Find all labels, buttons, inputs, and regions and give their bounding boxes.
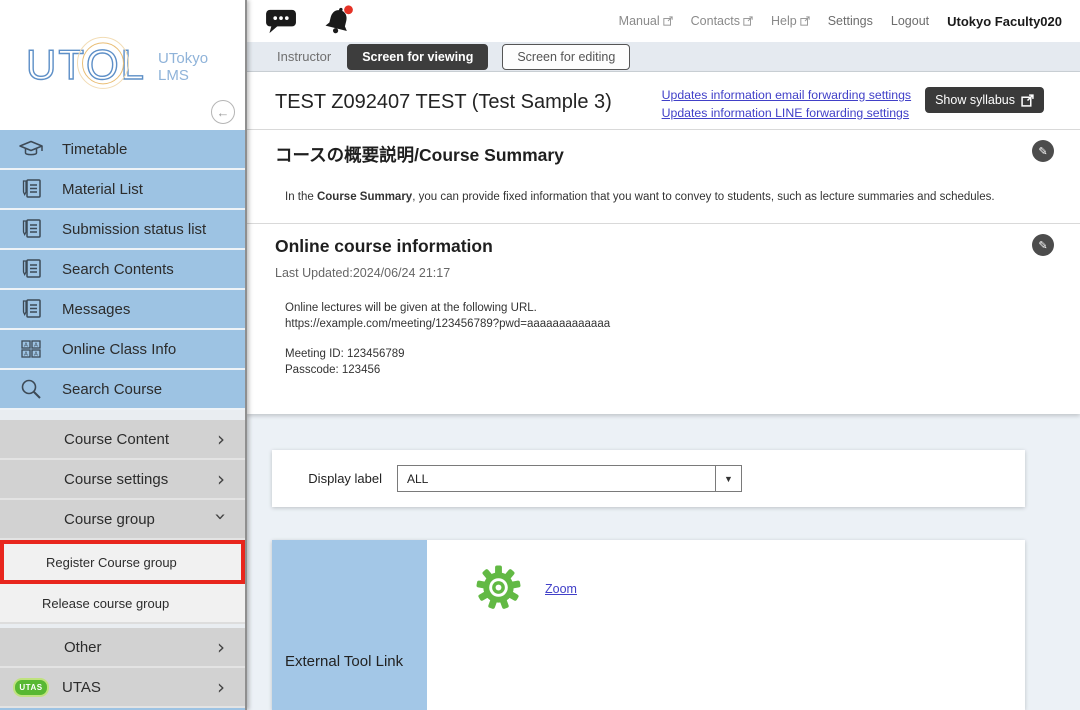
external-tool-panel-label: External Tool Link — [285, 653, 403, 670]
show-syllabus-button[interactable]: Show syllabus — [925, 87, 1044, 113]
chat-messages-button[interactable] — [265, 8, 298, 35]
display-label-label: Display label — [272, 471, 382, 486]
sidebar-item-search-contents[interactable]: Search Contents — [0, 250, 245, 290]
meeting-id: Meeting ID: 123456789 — [285, 346, 1052, 362]
display-label-card: Display label ALL ▼ — [272, 450, 1025, 507]
bell-icon — [322, 5, 356, 37]
utol-logo: UTOL — [26, 44, 146, 86]
online-info-line1: Online lectures will be given at the fol… — [285, 300, 1052, 316]
search-icon — [0, 377, 62, 401]
online-course-info-section: Online course information ✎ Last Updated… — [247, 224, 1080, 414]
help-link[interactable]: Help — [771, 14, 810, 28]
lower-content: Display label ALL ▼ External Tool Link — [247, 414, 1080, 710]
logo-text-l: L — [121, 41, 146, 88]
online-class-grid-icon: AAAA — [0, 338, 62, 360]
zoom-tool-link[interactable]: Zoom — [545, 582, 577, 596]
last-updated-text: Last Updated:2024/06/24 21:17 — [275, 266, 1052, 280]
course-summary-text: In the Course Summary, you can provide f… — [285, 191, 1052, 203]
manual-link[interactable]: Manual — [619, 14, 673, 28]
sidebar-item-register-course-group[interactable]: Register Course group — [4, 544, 241, 580]
contacts-link[interactable]: Contacts — [691, 14, 753, 28]
logo-text-o: O — [86, 41, 121, 88]
sidebar-gap — [0, 410, 245, 420]
sidebar-item-search-course[interactable]: Search Course — [0, 370, 245, 410]
notifications-button[interactable] — [322, 5, 356, 37]
pencil-icon: ✎ — [1038, 145, 1047, 158]
svg-text:A: A — [34, 352, 38, 358]
svg-text:A: A — [24, 343, 28, 349]
external-tool-card: External Tool Link — [272, 540, 1025, 710]
sidebar-item-release-course-group[interactable]: Release course group — [0, 584, 245, 624]
line-forwarding-settings-link[interactable]: Updates information LINE forwarding sett… — [662, 105, 911, 121]
course-summary-section: コースの概要説明/Course Summary ✎ In the Course … — [247, 130, 1080, 223]
topbar: Manual Contacts Help Settings Logout Uto… — [247, 0, 1080, 42]
logout-link[interactable]: Logout — [891, 14, 929, 28]
role-label: Instructor — [277, 49, 331, 64]
logo-text-ut: UT — [26, 41, 86, 88]
svg-text:A: A — [24, 352, 28, 358]
sidebar: UTOL UTokyo LMS ← Timetable Material Lis… — [0, 0, 247, 710]
online-info-body: Online lectures will be given at the fol… — [285, 300, 1052, 378]
sidebar-item-course-content[interactable]: Course Content › — [0, 420, 245, 460]
external-link-icon — [1021, 94, 1034, 107]
messages-icon — [0, 297, 62, 321]
speech-bubble-icon — [265, 8, 298, 35]
current-user: Utokyo Faculty020 — [947, 14, 1062, 29]
tab-screen-for-editing[interactable]: Screen for editing — [502, 44, 630, 70]
logo-subtitle: UTokyo LMS — [158, 50, 208, 84]
dropdown-arrow-icon[interactable]: ▼ — [715, 466, 741, 491]
chevron-down-icon: › — [209, 513, 233, 521]
notification-dot — [344, 5, 353, 14]
arrow-left-icon: ← — [217, 105, 230, 120]
chevron-right-icon: › — [217, 427, 225, 451]
edit-online-info-button[interactable]: ✎ — [1032, 234, 1054, 256]
sidebar-item-timetable[interactable]: Timetable — [0, 130, 245, 170]
external-link-icon — [800, 16, 810, 26]
external-tool-panel: External Tool Link — [272, 540, 427, 710]
chevron-right-icon: › — [217, 467, 225, 491]
course-panel: TEST Z092407 TEST (Test Sample 3) Update… — [247, 72, 1080, 414]
top-navigation: Manual Contacts Help Settings Logout Uto… — [619, 14, 1062, 29]
utas-logo-icon: UTAS — [0, 680, 62, 695]
meeting-url: https://example.com/meeting/123456789?pw… — [285, 316, 1052, 332]
register-course-group-highlight: Register Course group — [0, 540, 245, 584]
sidebar-item-submission-status[interactable]: Submission status list — [0, 210, 245, 250]
display-label-select[interactable]: ALL ▼ — [397, 465, 742, 492]
tab-screen-for-viewing[interactable]: Screen for viewing — [347, 44, 488, 70]
email-forwarding-settings-link[interactable]: Updates information email forwarding set… — [662, 87, 911, 103]
submission-status-icon — [0, 217, 62, 241]
course-summary-heading: コースの概要説明/Course Summary — [275, 142, 1052, 167]
sidebar-item-course-settings[interactable]: Course settings › — [0, 460, 245, 500]
logo-area: UTOL UTokyo LMS ← — [0, 0, 245, 130]
sidebar-item-messages[interactable]: Messages — [0, 290, 245, 330]
graduation-cap-icon — [0, 138, 62, 160]
gear-icon — [475, 564, 522, 611]
chevron-right-icon: › — [217, 635, 225, 659]
external-link-icon — [663, 16, 673, 26]
pencil-icon: ✎ — [1038, 239, 1047, 252]
edit-course-summary-button[interactable]: ✎ — [1032, 140, 1054, 162]
chevron-right-icon: › — [217, 675, 225, 699]
sidebar-collapse-button[interactable]: ← — [211, 100, 235, 124]
sidebar-item-online-class-info[interactable]: AAAA Online Class Info — [0, 330, 245, 370]
sidebar-item-course-group[interactable]: Course group › — [0, 500, 245, 540]
sidebar-item-other[interactable]: Other › — [0, 628, 245, 668]
settings-link[interactable]: Settings — [828, 14, 873, 28]
passcode: Passcode: 123456 — [285, 362, 1052, 378]
app-window: UTOL UTokyo LMS ← Timetable Material Lis… — [0, 0, 1080, 710]
main-area: Manual Contacts Help Settings Logout Uto… — [247, 0, 1080, 710]
sidebar-item-material-list[interactable]: Material List — [0, 170, 245, 210]
external-tool-content: Zoom — [427, 540, 1025, 710]
online-info-heading: Online course information — [275, 236, 1052, 257]
sidebar-item-utas[interactable]: UTAS UTAS › — [0, 668, 245, 708]
course-header: TEST Z092407 TEST (Test Sample 3) Update… — [247, 72, 1080, 129]
display-label-value: ALL — [398, 472, 715, 486]
material-list-icon — [0, 177, 62, 201]
screen-mode-bar: Instructor Screen for viewing Screen for… — [247, 42, 1080, 72]
external-link-icon — [743, 16, 753, 26]
course-title: TEST Z092407 TEST (Test Sample 3) — [275, 91, 662, 114]
svg-text:A: A — [34, 343, 38, 349]
search-contents-icon — [0, 257, 62, 281]
